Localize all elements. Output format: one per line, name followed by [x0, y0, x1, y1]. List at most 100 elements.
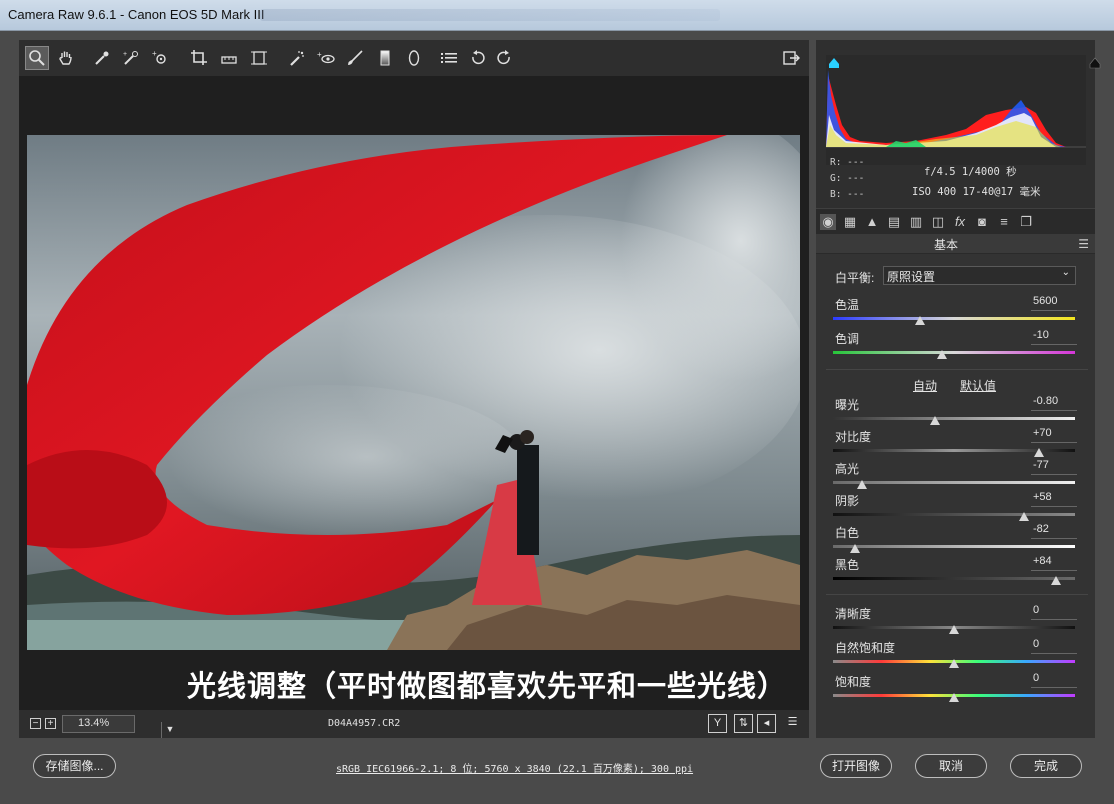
temp-value-field[interactable]: 5600: [1031, 295, 1077, 311]
svg-text:+: +: [317, 50, 322, 59]
basic-tab-icon[interactable]: ◉: [820, 214, 836, 230]
vibrance-slider-thumb[interactable]: [949, 659, 959, 668]
blacks-slider-thumb[interactable]: [1050, 576, 1061, 585]
tone-curve-tab-icon[interactable]: ▦: [842, 214, 858, 230]
cancel-button[interactable]: 取消: [915, 754, 987, 778]
swap-settings-icon[interactable]: ⇅: [734, 714, 753, 733]
open-image-button[interactable]: 打开图像: [820, 754, 892, 778]
chevron-down-icon: ⌄: [1061, 267, 1070, 278]
histogram-graph: [826, 55, 1086, 165]
white-balance-tool-icon[interactable]: [90, 46, 114, 70]
before-after-toggle-icon[interactable]: Y: [708, 714, 727, 733]
preview-status-bar: − + 13.4% ▼ D04A4957.CR2 Y ⇅ ◂ ☰: [19, 710, 809, 738]
exif-aperture-shutter: f/4.5 1/4000 秒: [924, 166, 1017, 178]
save-image-button[interactable]: 存储图像...: [33, 754, 116, 778]
tint-label: 色调: [835, 332, 860, 346]
color-sampler-tool-icon[interactable]: +: [119, 46, 143, 70]
shadows-value-field[interactable]: +58: [1031, 491, 1077, 507]
temp-slider-thumb[interactable]: [915, 316, 926, 325]
highlights-value-field[interactable]: -77: [1031, 459, 1077, 475]
preview-image[interactable]: [27, 135, 800, 650]
highlights-slider-track[interactable]: [833, 481, 1075, 484]
shadows-slider-thumb[interactable]: [1019, 512, 1030, 521]
transform-tool-icon[interactable]: [247, 46, 271, 70]
rotate-cw-icon[interactable]: [492, 46, 516, 70]
spot-removal-tool-icon[interactable]: [285, 46, 309, 70]
workflow-options-link[interactable]: sRGB IEC61966-2.1; 8 位; 5760 x 3840 (22.…: [336, 760, 693, 775]
effects-tab-icon[interactable]: fx: [952, 214, 968, 230]
graduated-filter-icon[interactable]: [373, 46, 397, 70]
separator: [826, 369, 1088, 370]
blacks-value-field[interactable]: +84: [1031, 555, 1077, 571]
highlight-clipping-warning-icon[interactable]: [1079, 42, 1101, 69]
tint-slider-track[interactable]: [833, 351, 1075, 354]
blue-readout: B: ---: [830, 189, 865, 200]
detail-tab-icon[interactable]: ▲: [864, 214, 880, 230]
zoom-tool-icon[interactable]: [25, 46, 49, 70]
contrast-value-field[interactable]: +70: [1031, 427, 1077, 443]
targeted-adjustment-tool-icon[interactable]: +: [149, 46, 173, 70]
done-button[interactable]: 完成: [1010, 754, 1082, 778]
hand-tool-icon[interactable]: [54, 46, 78, 70]
white-balance-select[interactable]: 原照设置 ⌄: [883, 266, 1076, 285]
hsl-tab-icon[interactable]: ▤: [886, 214, 902, 230]
white-balance-value: 原照设置: [887, 270, 936, 284]
overlay-caption: 光线调整（平时做图都喜欢先平和一些光线）: [187, 669, 788, 703]
svg-text:+: +: [123, 51, 127, 58]
exposure-slider-track[interactable]: [833, 417, 1075, 420]
snapshots-tab-icon[interactable]: ❐: [1018, 214, 1034, 230]
shadow-clipping-warning-icon[interactable]: [818, 42, 839, 68]
temp-slider-track[interactable]: [833, 317, 1075, 320]
bottom-bar: 存储图像... sRGB IEC61966-2.1; 8 位; 5760 x 3…: [0, 738, 1114, 804]
panel-title: 基本: [934, 238, 959, 252]
saturation-slider-thumb[interactable]: [949, 693, 959, 702]
panel-menu-icon[interactable]: ☰: [1078, 237, 1089, 251]
red-readout: R: ---: [830, 157, 865, 168]
copy-settings-icon[interactable]: ◂: [757, 714, 776, 733]
contrast-slider-thumb[interactable]: [1033, 448, 1044, 457]
rotate-ccw-icon[interactable]: [466, 46, 490, 70]
whites-value-field[interactable]: -82: [1031, 523, 1077, 539]
default-link[interactable]: 默认值: [960, 377, 996, 394]
split-toning-tab-icon[interactable]: ▥: [908, 214, 924, 230]
presets-tab-icon[interactable]: ≡: [996, 214, 1012, 230]
zoom-in-button[interactable]: +: [45, 718, 56, 729]
toggle-fullscreen-icon[interactable]: [779, 46, 803, 70]
panel-header: 基本 ☰: [816, 234, 1095, 254]
crop-tool-icon[interactable]: [187, 46, 211, 70]
whites-slider-track[interactable]: [833, 545, 1075, 548]
exposure-label: 曝光: [835, 398, 860, 412]
tint-value-field[interactable]: -10: [1031, 329, 1077, 345]
auto-link[interactable]: 自动: [913, 377, 937, 394]
title-bar: Camera Raw 9.6.1 - Canon EOS 5D Mark III: [0, 0, 1114, 31]
vibrance-value-field[interactable]: 0: [1031, 638, 1077, 654]
red-eye-tool-icon[interactable]: +: [314, 46, 338, 70]
tint-slider-thumb[interactable]: [936, 350, 947, 359]
camera-calibration-tab-icon[interactable]: ◙: [974, 214, 990, 230]
exposure-slider-thumb[interactable]: [929, 416, 940, 425]
straighten-tool-icon[interactable]: [217, 46, 241, 70]
chevron-down-icon[interactable]: ▼: [161, 722, 178, 738]
view-settings-icon[interactable]: ☰: [783, 714, 802, 733]
saturation-value-field[interactable]: 0: [1031, 672, 1077, 688]
shadows-slider-track[interactable]: [833, 513, 1075, 516]
exposure-value-field[interactable]: -0.80: [1031, 395, 1077, 411]
radial-filter-icon[interactable]: [402, 46, 426, 70]
panel-tabs: ◉ ▦ ▲ ▤ ▥ ◫ fx ◙ ≡ ❐: [816, 208, 1095, 234]
clarity-slider-thumb[interactable]: [949, 625, 959, 634]
lens-corrections-tab-icon[interactable]: ◫: [930, 214, 946, 230]
zoom-out-button[interactable]: −: [30, 718, 41, 729]
white-balance-label: 白平衡:: [835, 271, 875, 285]
camera-raw-window: Camera Raw 9.6.1 - Canon EOS 5D Mark III…: [0, 0, 1114, 804]
whites-slider-thumb[interactable]: [849, 544, 860, 553]
file-name: D04A4957.CR2: [328, 718, 401, 729]
blacks-slider-track[interactable]: [833, 577, 1075, 580]
clarity-value-field[interactable]: 0: [1031, 604, 1077, 620]
preferences-icon[interactable]: [437, 46, 461, 70]
image-preview-area: 光线调整（平时做图都喜欢先平和一些光线）: [19, 76, 809, 710]
adjustment-brush-icon[interactable]: [343, 46, 367, 70]
highlights-slider-thumb[interactable]: [857, 480, 868, 489]
zoom-level-field[interactable]: 13.4% ▼: [62, 715, 174, 738]
clarity-label: 清晰度: [835, 607, 872, 621]
exif-iso-lens: ISO 400 17-40@17 毫米: [912, 186, 1041, 198]
